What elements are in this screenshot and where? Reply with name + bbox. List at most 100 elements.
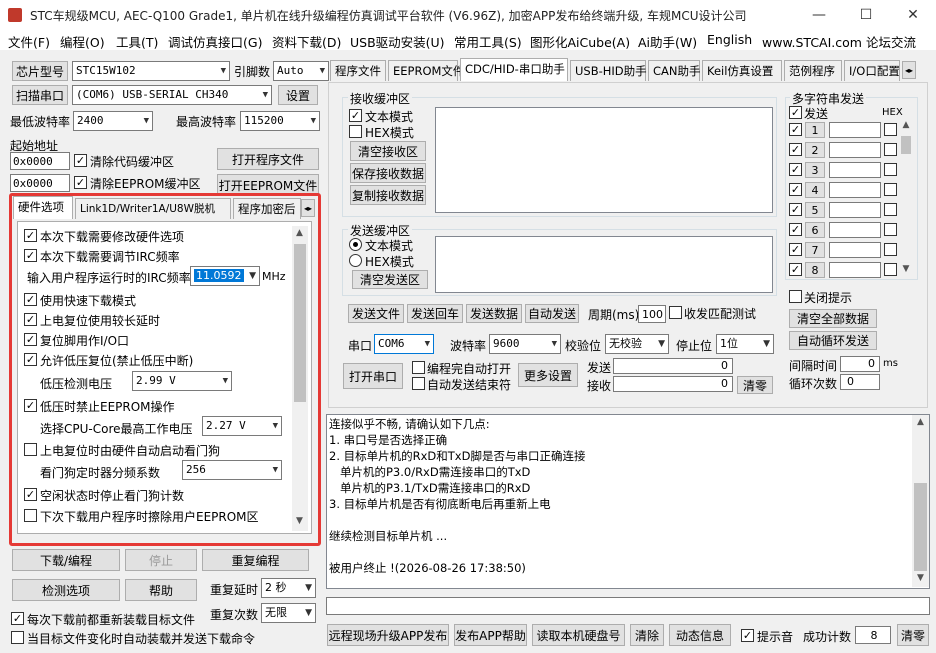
repeat-program-button[interactable]: 重复编程 bbox=[202, 549, 309, 571]
close-prompt-checkbox[interactable] bbox=[789, 290, 802, 303]
receive-textarea[interactable] bbox=[435, 107, 773, 213]
multi-row-input[interactable] bbox=[829, 202, 881, 218]
multi-row-input[interactable] bbox=[829, 142, 881, 158]
clear-receive-button[interactable]: 清空接收区 bbox=[350, 141, 426, 161]
scroll-up-icon[interactable]: ▲ bbox=[899, 120, 913, 130]
remote-upgrade-button[interactable]: 远程现场升级APP发布 bbox=[327, 624, 449, 646]
multi-row-send-checkbox[interactable]: ✓ bbox=[789, 203, 802, 216]
multi-row-hex-checkbox[interactable] bbox=[884, 143, 897, 156]
opt-adjust-irc-checkbox[interactable]: ✓ bbox=[24, 249, 37, 262]
multi-row-hex-checkbox[interactable] bbox=[884, 243, 897, 256]
multi-row-send-checkbox[interactable]: ✓ bbox=[789, 123, 802, 136]
settings-button[interactable]: 设置 bbox=[278, 85, 318, 105]
pin-count-select[interactable]: Auto ▼ bbox=[273, 61, 329, 81]
chip-select[interactable]: STC15W102 ▼ bbox=[72, 61, 230, 81]
tab-scroll-arrows-icon[interactable]: ◂▸ bbox=[301, 199, 315, 217]
menu-file[interactable]: 文件(F) bbox=[8, 32, 50, 51]
send-text-mode-radio[interactable] bbox=[349, 238, 362, 251]
multi-row-send-checkbox[interactable]: ✓ bbox=[789, 243, 802, 256]
opt-fast-download-checkbox[interactable]: ✓ bbox=[24, 293, 37, 306]
copy-receive-button[interactable]: 复制接收数据 bbox=[350, 185, 426, 205]
beep-checkbox[interactable]: ✓ bbox=[741, 629, 754, 642]
tab-serial-assistant[interactable]: CDC/HID-串口助手 bbox=[460, 58, 568, 81]
clear-code-checkbox[interactable]: ✓ bbox=[74, 154, 87, 167]
opt-lv-eeprom-checkbox[interactable]: ✓ bbox=[24, 399, 37, 412]
menu-english[interactable]: English bbox=[707, 32, 752, 47]
auto-send-checkbox[interactable] bbox=[11, 631, 24, 644]
minimize-button[interactable]: — bbox=[796, 0, 842, 30]
scrollbar-thumb[interactable] bbox=[914, 483, 927, 571]
multi-row-number-button[interactable]: 1 bbox=[805, 122, 825, 138]
dynamic-info-button[interactable]: 动态信息 bbox=[669, 624, 731, 646]
baud-select[interactable]: 9600 ▼ bbox=[489, 334, 561, 354]
multi-row-input[interactable] bbox=[829, 182, 881, 198]
menu-tools[interactable]: 工具(T) bbox=[116, 32, 158, 51]
max-baud-select[interactable]: 115200 ▼ bbox=[240, 111, 320, 131]
scrollbar-thumb[interactable] bbox=[901, 136, 911, 154]
clear-send-button[interactable]: 清空发送区 bbox=[352, 270, 428, 289]
multi-row-send-checkbox[interactable]: ✓ bbox=[789, 163, 802, 176]
multi-row-input[interactable] bbox=[829, 162, 881, 178]
multi-row-number-button[interactable]: 8 bbox=[805, 262, 825, 278]
help-button[interactable]: 帮助 bbox=[125, 579, 197, 601]
tab-hardware-options[interactable]: 硬件选项 bbox=[13, 196, 73, 219]
wdt-prescale-select[interactable]: 256 ▼ bbox=[182, 460, 282, 480]
tab-can[interactable]: CAN助手 bbox=[648, 60, 701, 81]
scroll-up-icon[interactable]: ▲ bbox=[292, 228, 307, 238]
opt-idle-wdt-checkbox[interactable]: ✓ bbox=[24, 488, 37, 501]
multi-row-send-checkbox[interactable]: ✓ bbox=[789, 183, 802, 196]
loop-count-input[interactable]: 0 bbox=[840, 374, 880, 390]
send-hex-mode-radio[interactable] bbox=[349, 254, 362, 267]
options-scrollbar[interactable]: ▲ ▼ bbox=[292, 226, 308, 531]
stop-button[interactable]: 停止 bbox=[125, 549, 197, 571]
multi-row-number-button[interactable]: 5 bbox=[805, 202, 825, 218]
auto-send-button[interactable]: 自动发送 bbox=[525, 304, 579, 323]
opt-long-delay-checkbox[interactable]: ✓ bbox=[24, 313, 37, 326]
interval-input[interactable]: 0 bbox=[840, 356, 880, 372]
menu-aicube[interactable]: 图形化AiCube(A) bbox=[530, 32, 630, 51]
menu-debug[interactable]: 调试仿真接口(G) bbox=[168, 32, 262, 51]
open-program-file-button[interactable]: 打开程序文件 bbox=[217, 148, 319, 170]
opt-low-voltage-reset-checkbox[interactable]: ✓ bbox=[24, 353, 37, 366]
recv-hex-mode-checkbox[interactable] bbox=[349, 125, 362, 138]
menu-website[interactable]: www.STCAI.com 论坛交流 bbox=[762, 32, 916, 51]
multi-row-send-checkbox[interactable]: ✓ bbox=[789, 263, 802, 276]
more-settings-button[interactable]: 更多设置 bbox=[518, 363, 578, 387]
close-button[interactable]: ✕ bbox=[890, 0, 936, 30]
tab-scroll-arrows-icon[interactable]: ◂▸ bbox=[902, 61, 916, 79]
clear-counts-button[interactable]: 清零 bbox=[737, 376, 773, 394]
tab-offline-writer[interactable]: Link1D/Writer1A/U8W脱机 bbox=[75, 198, 231, 219]
multi-row-hex-checkbox[interactable] bbox=[884, 163, 897, 176]
multi-row-number-button[interactable]: 6 bbox=[805, 222, 825, 238]
scroll-down-icon[interactable]: ▼ bbox=[899, 264, 913, 274]
reload-checkbox[interactable]: ✓ bbox=[11, 612, 24, 625]
menu-download[interactable]: 资料下载(D) bbox=[272, 32, 341, 51]
scroll-down-icon[interactable]: ▼ bbox=[292, 516, 307, 526]
tab-eeprom-file[interactable]: EEPROM文件 bbox=[388, 60, 464, 81]
tab-keil[interactable]: Keil仿真设置 bbox=[702, 60, 782, 81]
maximize-button[interactable]: ☐ bbox=[843, 0, 889, 30]
clear-success-button[interactable]: 清零 bbox=[897, 624, 929, 646]
send-file-button[interactable]: 发送文件 bbox=[348, 304, 404, 323]
open-after-prog-checkbox[interactable] bbox=[412, 361, 425, 374]
multi-row-number-button[interactable]: 3 bbox=[805, 162, 825, 178]
multi-row-input[interactable] bbox=[829, 122, 881, 138]
scroll-up-icon[interactable]: ▲ bbox=[913, 417, 928, 427]
scrollbar-thumb[interactable] bbox=[294, 244, 306, 402]
multi-row-hex-checkbox[interactable] bbox=[884, 263, 897, 276]
tab-usb-hid[interactable]: USB-HID助手 bbox=[570, 60, 647, 81]
multi-row-input[interactable] bbox=[829, 242, 881, 258]
tab-io-config[interactable]: I/O口配置 bbox=[844, 60, 900, 81]
menu-usb-driver[interactable]: USB驱动安装(U) bbox=[350, 32, 445, 51]
log-scrollbar[interactable]: ▲ ▼ bbox=[912, 415, 929, 587]
menu-ai-assistant[interactable]: Ai助手(W) bbox=[638, 32, 697, 51]
scan-port-button[interactable]: 扫描串口 bbox=[12, 85, 68, 105]
clear-eeprom-checkbox[interactable]: ✓ bbox=[74, 176, 87, 189]
menu-program[interactable]: 编程(O) bbox=[60, 32, 105, 51]
lv-detect-select[interactable]: 2.99 V ▼ bbox=[132, 371, 232, 391]
stop-bits-select[interactable]: 1位 ▼ bbox=[716, 334, 774, 354]
port-select[interactable]: (COM6) USB-SERIAL CH340 ▼ bbox=[72, 85, 272, 105]
multi-row-send-checkbox[interactable]: ✓ bbox=[789, 223, 802, 236]
multi-row-number-button[interactable]: 7 bbox=[805, 242, 825, 258]
open-port-button[interactable]: 打开串口 bbox=[343, 363, 403, 389]
